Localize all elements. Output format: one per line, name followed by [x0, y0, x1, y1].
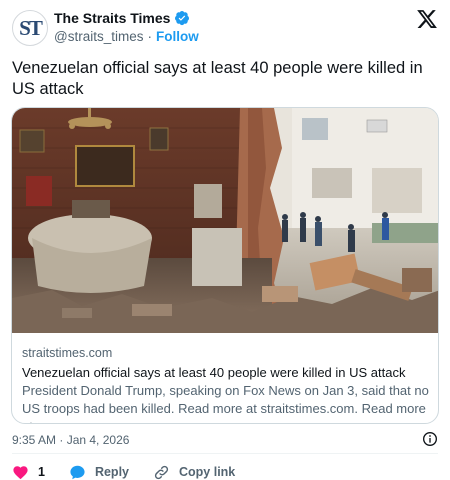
- tweet-header: ST The Straits Times @straits_times · Fo…: [12, 8, 438, 48]
- link-icon: [154, 465, 169, 479]
- heart-icon: [13, 465, 28, 479]
- like-count: 1: [38, 465, 45, 479]
- verified-badge-icon: [175, 11, 190, 26]
- avatar[interactable]: ST: [12, 10, 48, 46]
- action-bar: 1 Reply Copy link: [12, 462, 259, 480]
- copy-link-label: Copy link: [179, 465, 236, 479]
- handle-row: @straits_times · Follow: [54, 29, 199, 44]
- card-meta: straitstimes.com Venezuelan official say…: [22, 345, 432, 423]
- separator-dot: ·: [147, 29, 152, 44]
- timestamp-row: 9:35 AM · Jan 4, 2026: [12, 431, 438, 447]
- x-logo-icon[interactable]: [416, 8, 438, 30]
- timestamp[interactable]: 9:35 AM · Jan 4, 2026: [12, 433, 129, 447]
- name-row: The Straits Times: [54, 10, 190, 26]
- card-domain: straitstimes.com: [22, 346, 113, 360]
- speech-bubble-icon: [70, 465, 85, 479]
- card-image[interactable]: [12, 108, 439, 333]
- link-preview-card[interactable]: straitstimes.com Venezuelan official say…: [11, 107, 439, 424]
- card-description: President Donald Trump, speaking on Fox …: [22, 383, 429, 423]
- divider: [12, 453, 438, 454]
- account-handle[interactable]: @straits_times: [54, 29, 143, 44]
- reply-button[interactable]: Reply: [69, 464, 129, 480]
- display-name[interactable]: The Straits Times: [54, 10, 170, 26]
- card-title[interactable]: Venezuelan official says at least 40 peo…: [22, 364, 432, 382]
- avatar-logo-text: ST: [19, 15, 43, 40]
- reply-label: Reply: [94, 465, 129, 479]
- copy-link-button[interactable]: Copy link: [153, 464, 235, 480]
- tweet-text: Venezuelan official says at least 40 peo…: [12, 59, 423, 98]
- like-button[interactable]: 1: [12, 464, 45, 480]
- info-icon[interactable]: [422, 431, 438, 447]
- follow-button[interactable]: Follow: [156, 29, 199, 44]
